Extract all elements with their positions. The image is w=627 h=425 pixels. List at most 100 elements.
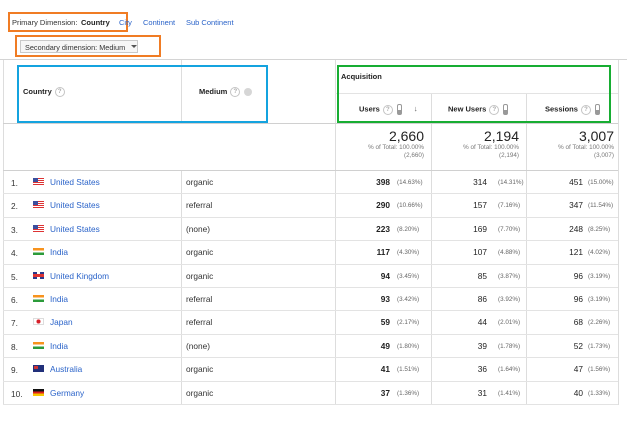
users-value: 94 — [380, 270, 390, 281]
country-flag-icon — [33, 201, 44, 209]
users-value: 41 — [380, 364, 390, 375]
new-users-value: 31 — [477, 387, 487, 398]
country-link[interactable]: India — [50, 341, 68, 351]
sessions-percent: (1.56%) — [588, 366, 611, 374]
medium-value: referral — [186, 294, 213, 304]
country-flag-icon — [33, 318, 44, 326]
country-link[interactable]: United Kingdom — [50, 271, 109, 281]
dimension-link-sub-continent[interactable]: Sub Continent — [186, 19, 234, 27]
country-link[interactable]: Japan — [50, 317, 73, 327]
country-link[interactable]: India — [50, 247, 68, 257]
country-flag-icon — [33, 271, 44, 279]
new-users-value: 39 — [477, 340, 487, 351]
totals-sessions-base: (3,007) — [594, 152, 614, 159]
new-users-percent: (7.70%) — [498, 225, 521, 233]
users-percent: (3.45%) — [397, 272, 420, 280]
row-number: 6. — [11, 295, 18, 305]
secondary-dimension-dropdown[interactable]: Secondary dimension: Medium — [20, 40, 138, 53]
totals-new-users-pct: % of Total: 100.00% — [463, 144, 519, 151]
medium-value: referral — [186, 200, 213, 211]
table-row: 7. Japan referral 59 (2.17%) 44 (2.01%) 68 (2.26… — [0, 310, 627, 333]
medium-value: organic — [186, 270, 214, 281]
new-users-value: 85 — [477, 270, 487, 281]
users-value: 223 — [376, 223, 390, 234]
users-percent: (2.17%) — [397, 319, 420, 327]
sessions-percent: (8.25%) — [588, 225, 611, 233]
sessions-percent: (1.33%) — [588, 389, 611, 397]
users-percent: (1.36%) — [397, 389, 420, 397]
users-percent: (14.63%) — [397, 179, 423, 186]
sessions-percent: (4.02%) — [588, 249, 611, 257]
country-flag-icon — [33, 295, 44, 302]
totals-users-pct: % of Total: 100.00% — [368, 144, 424, 151]
row-number: 1. — [11, 178, 18, 188]
new-users-value: 314 — [473, 177, 487, 187]
new-users-percent: (3.92%) — [498, 296, 521, 303]
country-link[interactable]: India — [50, 294, 68, 304]
sessions-value: 451 — [569, 177, 583, 187]
country-link[interactable]: Australia — [50, 364, 82, 374]
totals-new-users-value: 2,194 — [483, 128, 519, 144]
country-flag-icon — [33, 178, 44, 185]
country-link[interactable]: Germany — [50, 388, 84, 398]
users-percent: (10.66%) — [397, 202, 423, 210]
table-top-border — [0, 59, 627, 60]
header-bottom-border — [3, 123, 618, 124]
caret-down-icon — [131, 45, 137, 48]
row-number: 10. — [11, 388, 23, 399]
users-percent: (3.42%) — [397, 296, 420, 303]
new-users-value: 157 — [473, 200, 487, 211]
sessions-percent: (15.00%) — [588, 179, 614, 186]
users-percent: (1.51%) — [397, 366, 420, 374]
country-link[interactable]: United States — [50, 224, 100, 234]
table-row: 6. India referral 93 (3.42%) 86 (3.92%) 96 (3.19… — [0, 287, 627, 310]
totals-sessions-value: 3,007 — [578, 128, 614, 144]
medium-value: organic — [186, 177, 214, 187]
dimension-link-continent[interactable]: Continent — [143, 19, 175, 27]
primary-dimension-label: Primary Dimension: — [12, 18, 78, 27]
country-flag-icon — [33, 248, 44, 256]
sessions-value: 68 — [573, 317, 583, 328]
totals-users-base: (2,660) — [404, 152, 424, 159]
totals-sessions: 3,007 % of Total: 100.00% (3,007) — [558, 128, 614, 160]
sessions-value: 47 — [573, 364, 583, 375]
table-row: 8. India (none) 49 (1.80%) 39 (1.78%) 52 (1.73%) — [0, 334, 627, 357]
users-value: 290 — [376, 200, 390, 211]
table-row: 3. United States (none) 223 (8.20%) 169 (7.70%… — [0, 217, 627, 240]
row-number: 3. — [11, 224, 18, 235]
medium-value: referral — [186, 317, 213, 328]
sessions-percent: (2.26%) — [588, 319, 611, 327]
totals-new-users-base: (2,194) — [499, 152, 519, 159]
country-link[interactable]: United States — [50, 177, 100, 187]
users-percent: (1.80%) — [397, 342, 420, 350]
row-number: 8. — [11, 341, 18, 352]
medium-value: organic — [186, 364, 214, 375]
table-row: 5. United Kingdom organic 94 (3.45%) 85 (3.87%… — [0, 264, 627, 287]
new-users-value: 107 — [473, 247, 487, 258]
row-number: 7. — [11, 318, 18, 329]
new-users-percent: (1.78%) — [498, 342, 521, 350]
medium-value: organic — [186, 247, 214, 258]
totals-sessions-pct: % of Total: 100.00% — [558, 144, 614, 151]
users-value: 37 — [380, 387, 390, 398]
sessions-percent: (3.19%) — [588, 272, 611, 280]
country-link[interactable]: United States — [50, 200, 100, 210]
primary-dimension-value[interactable]: Country — [81, 19, 110, 27]
sessions-percent: (3.19%) — [588, 296, 611, 303]
sessions-percent: (11.54%) — [588, 202, 614, 210]
sessions-value: 40 — [573, 387, 583, 398]
dimension-link-city[interactable]: City — [119, 19, 132, 27]
users-value: 117 — [376, 247, 390, 258]
new-users-value: 169 — [473, 223, 487, 234]
table-row: 1. United States organic 398 (14.63%) 314 (14.… — [0, 170, 627, 193]
users-value: 398 — [376, 177, 390, 187]
users-value: 93 — [380, 294, 390, 304]
country-flag-icon — [33, 388, 44, 396]
sessions-value: 248 — [569, 223, 583, 234]
new-users-percent: (2.01%) — [498, 319, 521, 327]
new-users-value: 86 — [477, 294, 487, 304]
new-users-value: 44 — [477, 317, 487, 328]
new-users-value: 36 — [477, 364, 487, 375]
table-row: 9. Australia organic 41 (1.51%) 36 (1.64%) 47 (1… — [0, 357, 627, 380]
sessions-percent: (1.73%) — [588, 342, 611, 350]
